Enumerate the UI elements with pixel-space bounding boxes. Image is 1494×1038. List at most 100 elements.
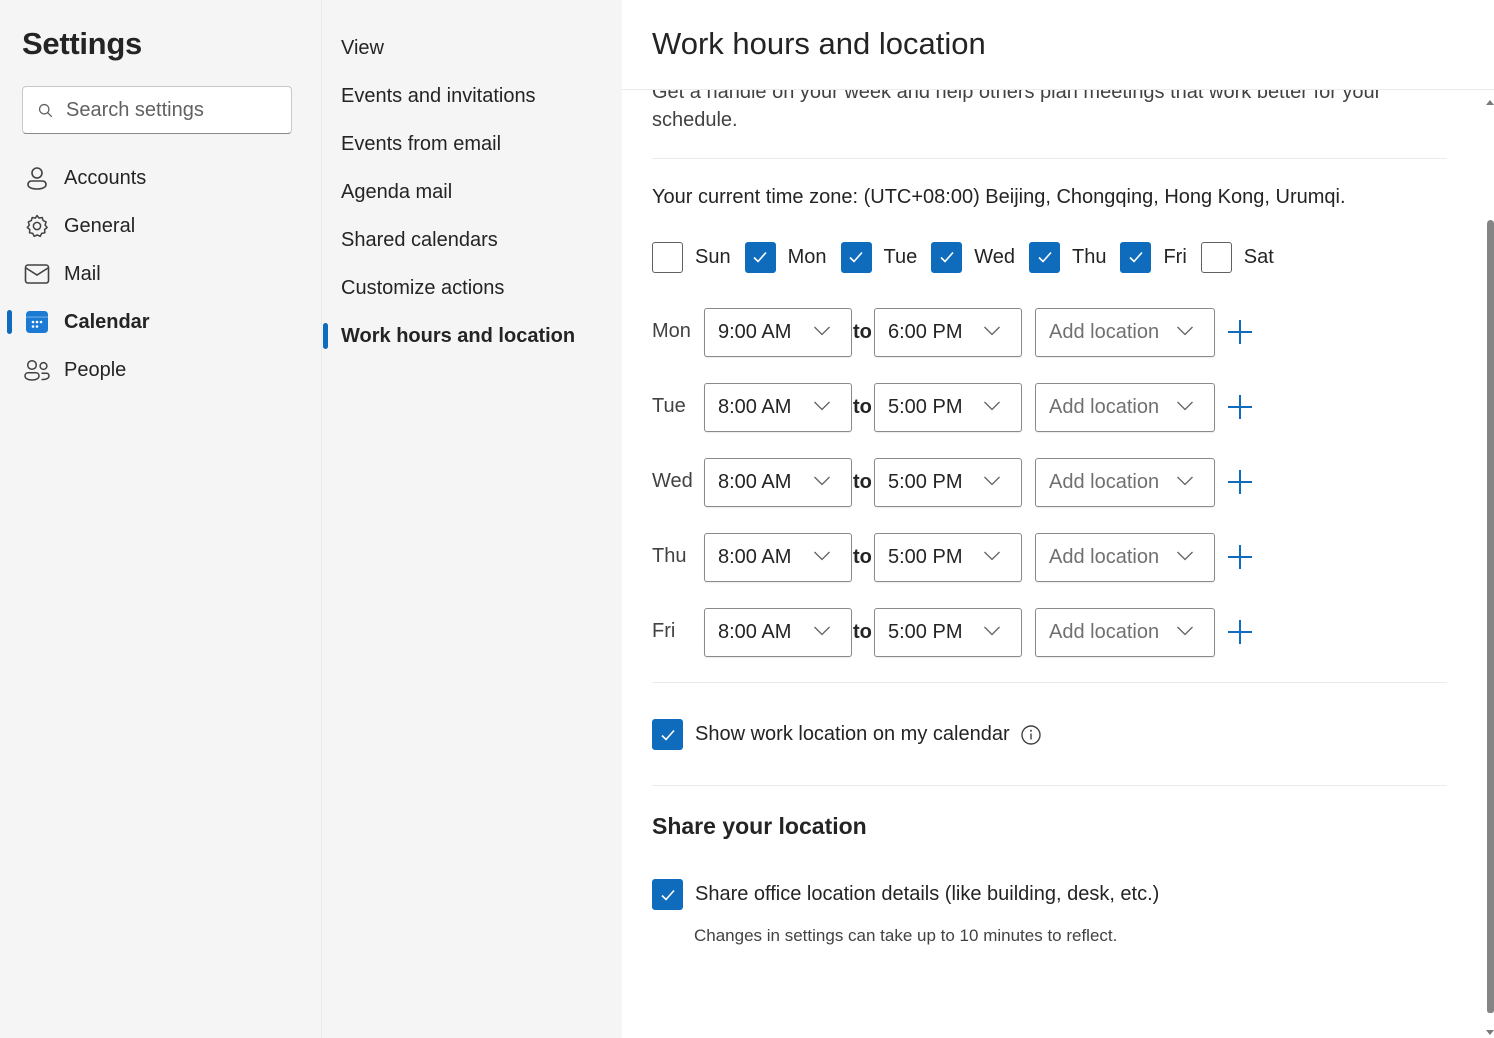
- row-day-label: Wed: [652, 470, 693, 492]
- checkbox[interactable]: [840, 241, 872, 273]
- scroll-up-arrow-icon[interactable]: [1486, 100, 1494, 105]
- day-checkbox-sat[interactable]: Sat: [1200, 241, 1274, 273]
- location-dropdown[interactable]: Add location: [1035, 383, 1215, 432]
- end-time-dropdown[interactable]: 5:00 PM: [874, 383, 1022, 432]
- sidebar-item-general[interactable]: General: [0, 204, 321, 248]
- location-dropdown[interactable]: Add location: [1035, 608, 1215, 657]
- hours-row-tue: Tue 8:00 AM to 5:00 PM Add location: [652, 383, 1292, 433]
- share-office-details-option[interactable]: Share office location details (like buil…: [652, 879, 1159, 910]
- person-icon: [23, 164, 51, 192]
- sidebar-item-label: General: [64, 214, 136, 237]
- sidebar-item-calendar[interactable]: Calendar: [0, 300, 321, 344]
- start-time-dropdown[interactable]: 8:00 AM: [704, 383, 852, 432]
- checkbox[interactable]: [931, 241, 963, 273]
- start-time-dropdown[interactable]: 8:00 AM: [704, 458, 852, 507]
- search-icon: [38, 103, 53, 117]
- start-time-value: 8:00 AM: [718, 471, 792, 493]
- subnav-item-label: Customize actions: [341, 276, 505, 299]
- subnav-item-events-and-invitations[interactable]: Events and invitations: [322, 74, 622, 118]
- location-dropdown[interactable]: Add location: [1035, 458, 1215, 507]
- checkbox[interactable]: [652, 241, 683, 273]
- day-checkbox-thu[interactable]: Thu: [1029, 241, 1107, 273]
- location-placeholder: Add location: [1049, 321, 1160, 343]
- to-label: to: [853, 546, 872, 568]
- to-label: to: [853, 396, 872, 418]
- location-placeholder: Add location: [1049, 621, 1160, 643]
- location-placeholder: Add location: [1049, 471, 1160, 493]
- end-time-dropdown[interactable]: 5:00 PM: [874, 458, 1022, 507]
- sidebar-item-people[interactable]: People: [0, 348, 321, 392]
- settings-delay-note: Changes in settings can take up to 10 mi…: [694, 926, 1118, 945]
- divider: [652, 785, 1447, 786]
- day-checkbox-sun[interactable]: Sun: [652, 241, 731, 273]
- add-icon[interactable]: [1226, 618, 1254, 646]
- day-checkbox-fri[interactable]: Fri: [1120, 241, 1187, 273]
- end-time-dropdown[interactable]: 5:00 PM: [874, 533, 1022, 582]
- start-time-dropdown[interactable]: 9:00 AM: [704, 308, 852, 357]
- subnav-item-agenda-mail[interactable]: Agenda mail: [322, 170, 622, 214]
- subnav-item-work-hours-and-location[interactable]: Work hours and location: [322, 314, 622, 358]
- end-time-dropdown[interactable]: 6:00 PM: [874, 308, 1022, 357]
- row-day-label: Tue: [652, 395, 686, 417]
- add-icon[interactable]: [1226, 543, 1254, 571]
- scrollbar-thumb[interactable]: [1487, 220, 1494, 1013]
- chevron-down-icon: [814, 551, 830, 561]
- day-label: Wed: [974, 245, 1015, 268]
- day-checkbox-tue[interactable]: Tue: [840, 241, 917, 273]
- location-dropdown[interactable]: Add location: [1035, 308, 1215, 357]
- scroll-down-arrow-icon[interactable]: [1486, 1030, 1494, 1035]
- day-checkbox-wed[interactable]: Wed: [931, 241, 1015, 273]
- subnav-item-label: Agenda mail: [341, 180, 453, 203]
- show-work-location-checkbox[interactable]: [652, 719, 683, 750]
- start-time-dropdown[interactable]: 8:00 AM: [704, 533, 852, 582]
- checkmark-icon: [660, 889, 675, 901]
- day-label: Sun: [695, 245, 731, 268]
- checkbox[interactable]: [744, 241, 776, 273]
- chevron-down-icon: [1177, 476, 1193, 486]
- sidebar-item-accounts[interactable]: Accounts: [0, 156, 321, 200]
- subnav-item-shared-calendars[interactable]: Shared calendars: [322, 218, 622, 262]
- subnav-item-view[interactable]: View: [322, 26, 622, 70]
- to-label: to: [853, 621, 872, 643]
- chevron-down-icon: [1177, 326, 1193, 336]
- hours-row-wed: Wed 8:00 AM to 5:00 PM Add location: [652, 458, 1292, 508]
- share-office-details-checkbox[interactable]: [652, 879, 683, 910]
- start-time-dropdown[interactable]: 8:00 AM: [704, 608, 852, 657]
- checkbox[interactable]: [1029, 241, 1060, 273]
- add-icon[interactable]: [1226, 393, 1254, 421]
- checkbox[interactable]: [1200, 241, 1232, 273]
- sidebar-item-label: People: [64, 358, 127, 381]
- add-icon[interactable]: [1226, 468, 1254, 496]
- selection-indicator: [7, 310, 12, 334]
- add-icon[interactable]: [1226, 318, 1254, 346]
- checkbox[interactable]: [1120, 241, 1152, 273]
- subnav-item-customize-actions[interactable]: Customize actions: [322, 266, 622, 310]
- sidebar-item-mail[interactable]: Mail: [0, 252, 321, 296]
- search-settings-input[interactable]: [66, 98, 276, 122]
- end-time-value: 6:00 PM: [888, 321, 963, 343]
- hours-row-thu: Thu 8:00 AM to 5:00 PM Add location: [652, 533, 1292, 583]
- checkmark-icon: [660, 729, 675, 741]
- divider: [652, 158, 1447, 159]
- location-placeholder: Add location: [1049, 546, 1160, 568]
- vertical-scrollbar[interactable]: [1482, 90, 1494, 1038]
- day-label: Mon: [787, 245, 827, 268]
- to-label: to: [853, 321, 872, 343]
- row-day-label: Mon: [652, 320, 691, 342]
- info-icon[interactable]: [1020, 724, 1042, 746]
- chevron-down-icon: [984, 326, 1000, 336]
- subnav-item-label: Shared calendars: [341, 228, 498, 251]
- show-work-location-label: Show work location on my calendar: [695, 723, 1010, 745]
- start-time-value: 8:00 AM: [718, 396, 792, 418]
- location-dropdown[interactable]: Add location: [1035, 533, 1215, 582]
- day-label: Thu: [1072, 245, 1107, 268]
- chevron-down-icon: [1177, 551, 1193, 561]
- day-checkbox-mon[interactable]: Mon: [744, 241, 827, 273]
- workdays-selector: Sun Mon Tue Wed Thu Fri Sat: [652, 241, 1288, 273]
- show-work-location-option[interactable]: Show work location on my calendar: [652, 719, 1042, 750]
- sidebar-item-label: Calendar: [64, 310, 150, 333]
- search-settings-box[interactable]: [22, 86, 292, 134]
- work-hours-panel: Work hours and location Get a handle on …: [622, 0, 1494, 1038]
- end-time-dropdown[interactable]: 5:00 PM: [874, 608, 1022, 657]
- subnav-item-events-from-email[interactable]: Events from email: [322, 122, 622, 166]
